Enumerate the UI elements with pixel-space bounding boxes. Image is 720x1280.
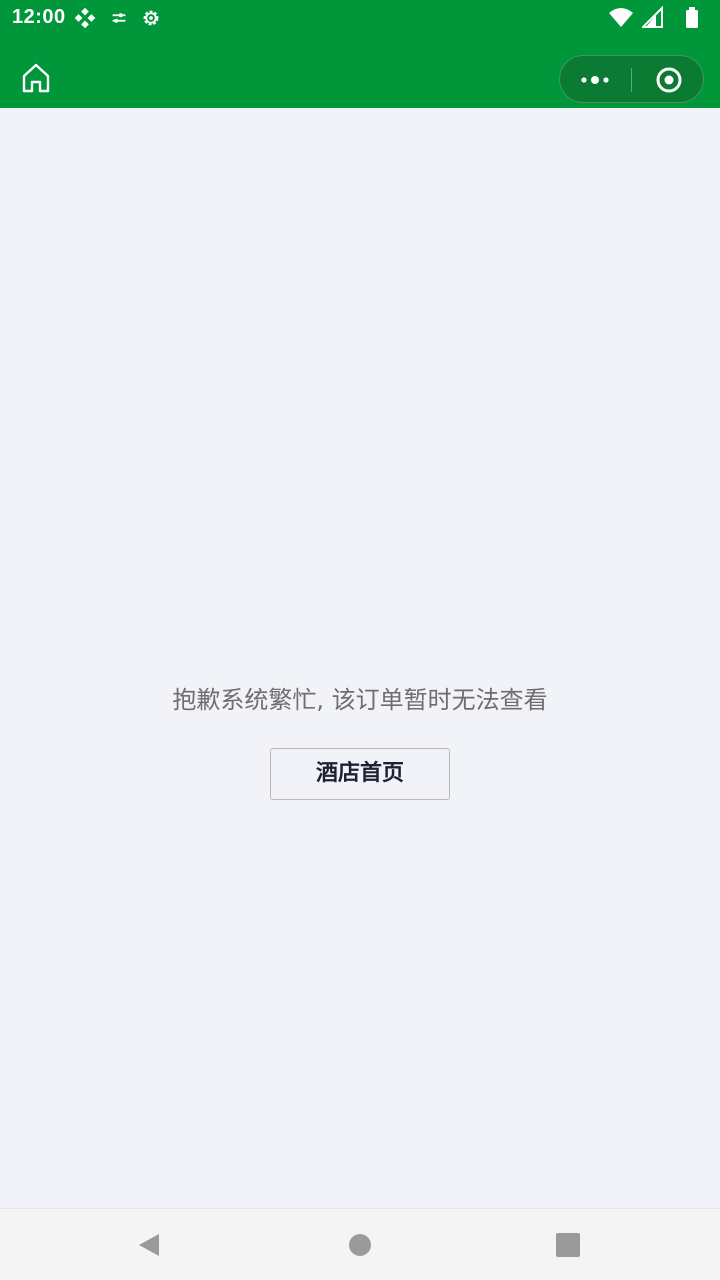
more-dots-icon[interactable] (560, 56, 631, 104)
nav-bar (0, 36, 720, 108)
home-circle-icon[interactable] (344, 1229, 376, 1261)
system-nav-bar (0, 1208, 720, 1280)
home-icon[interactable] (16, 58, 56, 98)
mini-program-capsule (559, 55, 704, 103)
wifi-icon (609, 8, 633, 27)
back-icon[interactable] (134, 1229, 166, 1261)
debug-icon (74, 7, 96, 29)
error-message: 抱歉系统繁忙, 该订单暂时无法查看 (172, 686, 548, 714)
hotel-home-button[interactable]: 酒店首页 (270, 748, 450, 800)
status-bar: 12:00 (0, 0, 720, 36)
recents-icon[interactable] (552, 1229, 584, 1261)
status-time: 12:00 (12, 6, 66, 28)
gear-icon (143, 10, 159, 26)
battery-icon (686, 7, 698, 28)
signal-icon (642, 6, 663, 28)
close-target-icon[interactable] (632, 56, 704, 104)
sliders-icon (112, 13, 126, 23)
